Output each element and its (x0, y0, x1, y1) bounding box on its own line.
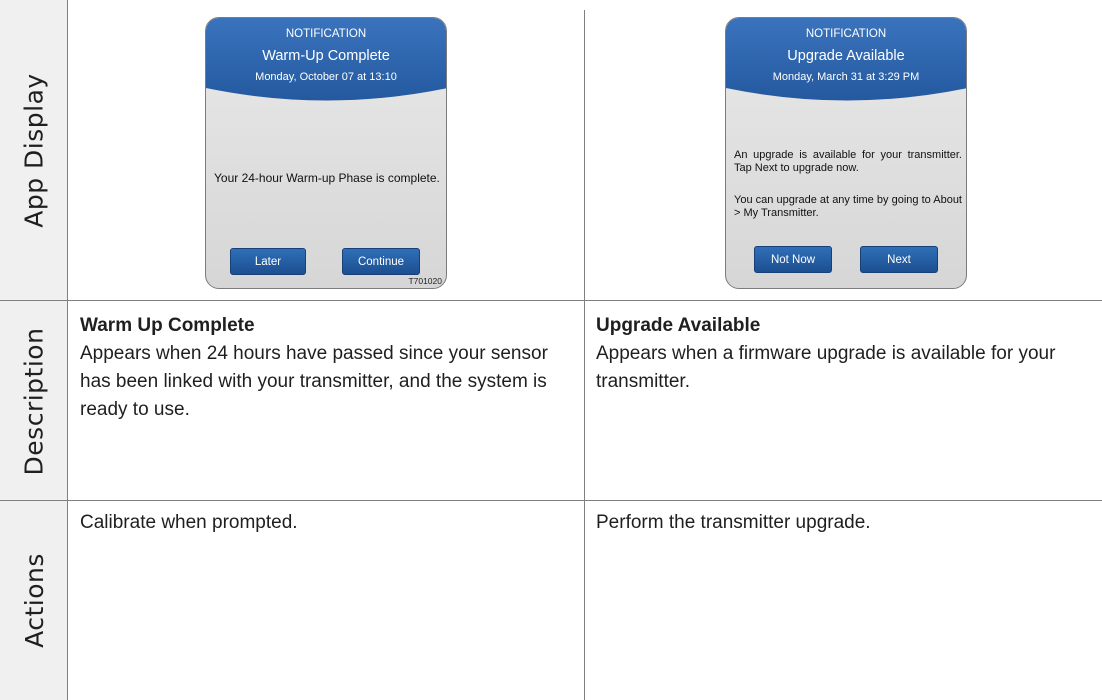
notification-message: An upgrade is available for your transmi… (734, 149, 962, 174)
notification-title: Upgrade Available (787, 48, 905, 64)
notification-header: NOTIFICATION Warm-Up Complete Monday, Oc… (206, 18, 446, 143)
description-cell-upgrade: Upgrade Available Appears when a firmwar… (596, 312, 1076, 396)
description-cell-warm-up: Warm Up Complete Appears when 24 hours h… (80, 312, 560, 424)
row-label-actions: Actions (19, 553, 49, 648)
notification-title: Warm-Up Complete (262, 48, 390, 64)
description-text: Appears when a firmware upgrade is avail… (596, 343, 1056, 392)
notification-date: Monday, March 31 at 3:29 PM (772, 71, 920, 83)
row-label-description: Description (19, 327, 49, 475)
notification-header: NOTIFICATION Upgrade Available Monday, M… (726, 18, 966, 143)
column-divider (584, 10, 585, 700)
next-button[interactable]: Next (860, 246, 938, 273)
row-divider (0, 300, 1102, 301)
not-now-button[interactable]: Not Now (754, 246, 832, 273)
description-title: Warm Up Complete (80, 315, 255, 336)
description-text: Appears when 24 hours have passed since … (80, 343, 548, 420)
action-text: Calibrate when prompted. (80, 512, 298, 533)
warm-up-complete-screen: NOTIFICATION Warm-Up Complete Monday, Oc… (205, 17, 447, 289)
notification-kicker: NOTIFICATION (805, 28, 887, 40)
notification-message: You can upgrade at any time by going to … (734, 194, 962, 219)
figure-code: T701020 (408, 276, 442, 286)
action-text: Perform the transmitter upgrade. (596, 512, 871, 533)
description-title: Upgrade Available (596, 315, 761, 336)
notification-message: Your 24-hour Warm-up Phase is complete. (214, 171, 440, 185)
later-button[interactable]: Later (230, 248, 306, 275)
notification-kicker: NOTIFICATION (285, 28, 367, 40)
continue-button[interactable]: Continue (342, 248, 420, 275)
row-divider (0, 500, 1102, 501)
notification-date: Monday, October 07 at 13:10 (255, 71, 397, 83)
row-label-app-display: App Display (19, 73, 49, 228)
upgrade-available-screen: NOTIFICATION Upgrade Available Monday, M… (725, 17, 967, 289)
